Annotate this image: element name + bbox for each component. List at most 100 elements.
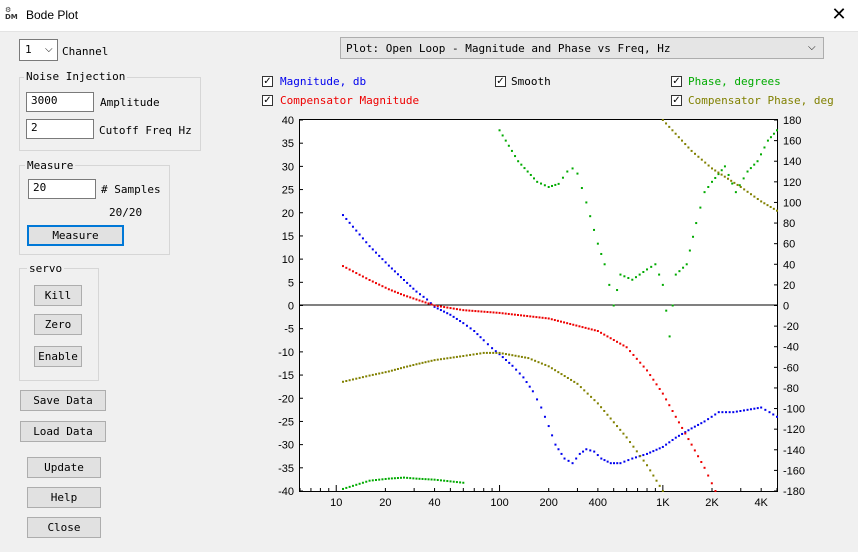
compensator-phase-deg-point bbox=[557, 371, 560, 374]
compensator-phase-deg-point bbox=[566, 376, 569, 379]
measure-button[interactable]: Measure bbox=[27, 225, 124, 246]
phase-degrees-point bbox=[415, 477, 418, 480]
compensator-phase-deg-point bbox=[462, 354, 465, 357]
help-button[interactable]: Help bbox=[27, 487, 101, 508]
magnitude-db-point bbox=[768, 411, 771, 414]
magnitude-db-point bbox=[661, 445, 664, 448]
channel-select[interactable]: 1 ⌵ bbox=[19, 39, 58, 61]
chevron-down-icon: ⌵ bbox=[808, 42, 816, 53]
compensator-phase-deg-point bbox=[501, 352, 504, 355]
magnitude-db-point bbox=[606, 460, 609, 463]
phase-degrees-point bbox=[436, 479, 439, 482]
comp-magnitude-checkbox[interactable]: ✓ bbox=[262, 95, 273, 106]
phase-degrees-point bbox=[517, 160, 520, 163]
phase-degrees-point bbox=[699, 206, 702, 209]
y-left-tick-label: 0 bbox=[288, 301, 294, 313]
compensator-magnitude-point bbox=[436, 305, 439, 308]
magnitude-db-point bbox=[560, 452, 563, 455]
compensator-phase-deg-point bbox=[527, 357, 530, 360]
x-tick-label: 40 bbox=[428, 497, 440, 509]
compensator-phase-deg-point bbox=[726, 177, 729, 180]
compensator-magnitude-point bbox=[658, 387, 661, 390]
kill-button[interactable]: Kill bbox=[34, 285, 82, 306]
phase-degrees-point bbox=[769, 136, 772, 139]
plot-select[interactable]: Plot: Open Loop - Magnitude and Phase vs… bbox=[340, 37, 824, 59]
y-right-tick-label: -80 bbox=[783, 383, 799, 395]
phase-degrees-point bbox=[674, 273, 677, 276]
compensator-phase-deg-point bbox=[455, 355, 458, 358]
update-button[interactable]: Update bbox=[27, 457, 101, 478]
phase-degrees-point bbox=[671, 304, 674, 307]
phase-degrees-point bbox=[742, 177, 745, 180]
close-icon[interactable]: ✕ bbox=[824, 1, 854, 29]
load-data-button[interactable]: Load Data bbox=[20, 421, 106, 442]
x-tick-label: 100 bbox=[490, 497, 508, 509]
magnitude-db-point bbox=[760, 406, 763, 409]
compensator-magnitude-point bbox=[550, 318, 553, 321]
compensator-phase-deg-point bbox=[365, 375, 368, 378]
compensator-magnitude-point bbox=[402, 294, 405, 297]
magnitude-db-point bbox=[361, 237, 364, 240]
compensator-phase-deg-point bbox=[406, 365, 409, 368]
y-right-tick-label: 80 bbox=[783, 218, 795, 230]
compensator-magnitude-point bbox=[520, 314, 523, 317]
compensator-phase-deg-point bbox=[609, 417, 612, 420]
samples-input[interactable]: 20 bbox=[28, 179, 96, 199]
compensator-magnitude-point bbox=[556, 319, 559, 322]
compensator-magnitude-point bbox=[427, 302, 430, 305]
y-left-tick-label: 15 bbox=[282, 231, 294, 243]
compensator-magnitude-point bbox=[468, 309, 471, 312]
phase-degrees-point bbox=[703, 191, 706, 194]
magnitude-db-point bbox=[446, 312, 449, 315]
compensator-magnitude-point bbox=[671, 410, 674, 413]
comp-phase-checkbox[interactable]: ✓ bbox=[671, 95, 682, 106]
compensator-magnitude-point bbox=[501, 312, 504, 315]
compensator-phase-deg-point bbox=[723, 175, 726, 178]
compensator-magnitude-point bbox=[348, 268, 351, 271]
zero-button[interactable]: Zero bbox=[34, 314, 82, 335]
compensator-phase-deg-point bbox=[537, 361, 540, 364]
smooth-checkbox[interactable]: ✓ bbox=[495, 76, 506, 87]
compensator-magnitude-point bbox=[504, 312, 507, 315]
y-right-tick-label: 100 bbox=[783, 197, 801, 209]
compensator-magnitude-point bbox=[690, 443, 693, 446]
phase-degrees-point bbox=[378, 478, 381, 481]
compensator-phase-deg-point bbox=[635, 450, 638, 453]
magnitude-db-point bbox=[613, 462, 616, 465]
compensator-phase-deg-point bbox=[760, 200, 763, 203]
phase-degrees-point bbox=[678, 270, 681, 273]
phase-degrees-point bbox=[631, 278, 634, 281]
compensator-magnitude-point bbox=[714, 490, 717, 492]
magnitude-db-point bbox=[717, 411, 720, 414]
phase-degrees-point bbox=[596, 242, 599, 245]
phase-degrees-point bbox=[642, 271, 645, 274]
phase-checkbox-label: Phase, degrees bbox=[688, 75, 781, 88]
window-title: Bode Plot bbox=[26, 8, 79, 22]
y-right-tick-label: -40 bbox=[783, 342, 799, 354]
close-button[interactable]: Close bbox=[27, 517, 101, 538]
bode-chart: 40 35 30 25 20 15 10 5 0 -5 -10 -15 -20 -25 -30 -35 -40 1… bbox=[278, 115, 805, 509]
y-left-tick-label: 40 bbox=[282, 115, 294, 127]
cutoff-freq-input[interactable]: 2 bbox=[26, 119, 94, 139]
compensator-phase-deg-point bbox=[439, 358, 442, 361]
phase-degrees-point bbox=[619, 273, 622, 276]
compensator-phase-deg-point bbox=[606, 413, 609, 416]
amplitude-input[interactable]: 3000 bbox=[26, 92, 94, 112]
compensator-phase-deg-point bbox=[707, 164, 710, 167]
compensator-phase-deg-point bbox=[766, 204, 769, 207]
save-data-button[interactable]: Save Data bbox=[20, 390, 106, 411]
x-tick-label: 20 bbox=[379, 497, 391, 509]
phase-degrees-point bbox=[455, 481, 458, 484]
compensator-magnitude-point bbox=[455, 308, 458, 311]
compensator-phase-deg-point bbox=[649, 469, 652, 472]
magnitude-db-point bbox=[589, 449, 592, 452]
magnitude-db-point bbox=[387, 264, 390, 267]
phase-degrees-point bbox=[433, 478, 436, 481]
phase-checkbox[interactable]: ✓ bbox=[671, 76, 682, 87]
phase-degrees-point bbox=[707, 185, 710, 188]
magnitude-db-point bbox=[348, 221, 351, 224]
enable-button[interactable]: Enable bbox=[34, 346, 82, 367]
phase-degrees-point bbox=[449, 480, 452, 483]
magnitude-checkbox[interactable]: ✓ bbox=[262, 76, 273, 87]
compensator-phase-deg-point bbox=[472, 353, 475, 356]
